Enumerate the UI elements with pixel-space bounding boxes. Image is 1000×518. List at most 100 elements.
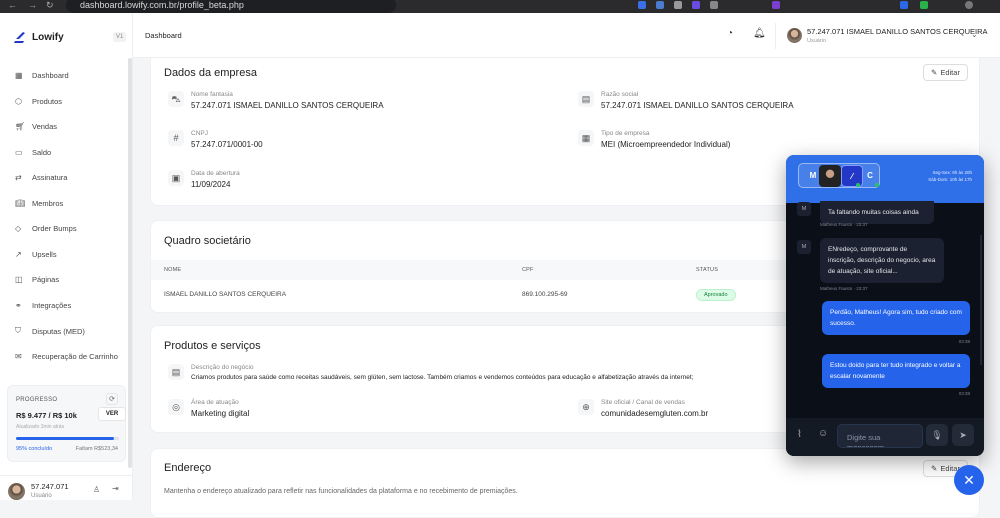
profile-icon[interactable]: ♙ — [93, 485, 100, 494]
message-avatar: M — [797, 240, 811, 254]
version-badge: V1 — [113, 32, 127, 42]
trending-up-icon: ↗ — [15, 249, 22, 259]
bell-icon[interactable]: 🔔︎ — [753, 28, 766, 39]
sidebar-item-membros[interactable]: 📖︎ Membros — [15, 199, 63, 208]
sidebar-item-label: Recuperação de Carrinho — [32, 351, 118, 361]
sidebar-item-dashboard[interactable]: ▦ Dashboard — [15, 71, 69, 80]
partner-name: ISMAEL DANILLO SANTOS CERQUEIRA — [164, 291, 287, 298]
address-bar[interactable]: dashboard.lowify.com.br/profile_beta.php — [66, 0, 396, 13]
field-website: ⊕ Site oficial / Canal de vendas comunidad… — [578, 399, 708, 418]
top-header: Dashboard ◔ 🔔︎ 57.247.071 ISMAEL DANILLO… — [133, 13, 1000, 58]
sidebar-item-paginas[interactable]: ◫ Páginas — [15, 275, 59, 284]
sidebar-item-label: Produtos — [32, 96, 63, 106]
document-icon: ▤ — [578, 91, 594, 107]
progress-percent: 95% concluído — [16, 446, 53, 452]
agent-photo — [819, 165, 841, 187]
field-value: Criamos produtos para saúde como receita… — [191, 374, 694, 381]
forward-icon[interactable]: → — [28, 0, 37, 10]
globe-icon: ⊕ — [578, 399, 594, 415]
message-input[interactable]: Digite sua mensagem... — [837, 424, 923, 448]
agent-avatars: M ⁄ C — [798, 163, 880, 188]
pencil-icon: ✎ — [931, 464, 938, 473]
close-chat-button[interactable]: ✕ — [954, 465, 984, 495]
column-header: CPF — [522, 267, 534, 273]
sidebar-item-integracoes[interactable]: ⚭ Integrações — [15, 301, 71, 310]
chevron-down-icon[interactable]: ⌄ — [971, 30, 978, 39]
field-label: Site oficial / Canal de vendas — [601, 399, 685, 406]
close-icon: ✕ — [963, 472, 975, 488]
chat-widget: M ⁄ C Seg-Sex: 9h às 20h Sáb-Dom: 10h às … — [786, 155, 984, 456]
sidebar-item-recuperacao-de-carrinho[interactable]: ✉ Recuperação de Carrinho — [15, 352, 118, 361]
support-hours: Seg-Sex: 9h às 20h Sáb-Dom: 10h às 17h — [928, 169, 972, 183]
hash-icon: # — [168, 130, 184, 146]
field-label: Nome fantasia — [191, 91, 233, 98]
back-icon[interactable]: ← — [8, 0, 17, 10]
wallet-icon: ▭ — [15, 147, 23, 157]
progress-label: PROGRESSO — [16, 397, 58, 403]
extension-icon[interactable] — [772, 1, 780, 9]
chat-message: Ta faltando muitas coisas ainda — [820, 201, 934, 224]
microphone-icon[interactable]: 🎙︎ — [926, 424, 948, 446]
profile-icon[interactable] — [965, 1, 973, 9]
message-icon: ✉ — [15, 351, 22, 361]
sidebar-item-produtos[interactable]: ⬡ Produtos — [15, 97, 62, 106]
location-icon: ◎ — [168, 399, 184, 415]
paperclip-icon[interactable]: ⌇ — [797, 429, 802, 440]
extension-icon[interactable] — [920, 1, 928, 9]
sidebar-scrollbar[interactable] — [128, 58, 132, 468]
browser-bar: ← → ↻ dashboard.lowify.com.br/profile_be… — [0, 0, 1000, 13]
online-dot — [875, 183, 879, 187]
logout-icon[interactable]: ⇥ — [112, 484, 119, 493]
send-icon[interactable]: ➤ — [952, 424, 974, 446]
chat-composer: ⌇ ☺ Digite sua mensagem... 🎙︎ ➤ — [786, 418, 984, 456]
refresh-icon[interactable]: ⟳ — [106, 393, 118, 405]
edit-label: Editar — [940, 68, 960, 77]
extension-icon[interactable] — [710, 1, 718, 9]
field-value: MEI (Microempreendedor Individual) — [601, 140, 731, 149]
avatar — [8, 483, 25, 500]
reload-icon[interactable]: ↻ — [46, 0, 54, 11]
chat-scrollbar[interactable] — [980, 235, 982, 365]
message-meta: Matheus Fausto · 23:37 — [820, 286, 868, 291]
field-value: 11/09/2024 — [191, 180, 231, 189]
breadcrumb[interactable]: Dashboard — [145, 31, 182, 40]
edit-company-button[interactable]: ✎ Editar — [923, 64, 968, 81]
field-value: 57.247.071 ISMAEL DANILLO SANTOS CERQUEI… — [191, 101, 384, 110]
sidebar: Lowify V1 ▦ Dashboard ⬡ Produtos 🛒︎ Vendas ▭ Sa… — [0, 13, 133, 500]
field-area: ◎ Área de atuação Marketing digital — [168, 399, 249, 418]
sidebar-item-saldo[interactable]: ▭ Saldo — [15, 148, 51, 157]
sidebar-item-upsells[interactable]: ↗ Upsells — [15, 250, 57, 259]
sidebar-item-disputas-med[interactable]: ⛉ Disputas (MED) — [15, 326, 85, 336]
extension-icon[interactable] — [656, 1, 664, 9]
field-value[interactable]: comunidadesemgluten.com.br — [601, 409, 708, 418]
field-label: Área de atuação — [191, 399, 239, 406]
extension-icon[interactable] — [674, 1, 682, 9]
extension-icon[interactable] — [638, 1, 646, 9]
sidebar-item-label: Páginas — [32, 275, 60, 284]
header-user-role: Usuário — [807, 38, 826, 44]
address-card: Endereço ✎ Editar Mantenha o endereço atu… — [150, 448, 980, 518]
sidebar-item-vendas[interactable]: 🛒︎ Vendas — [15, 122, 57, 131]
card-title: Quadro societário — [164, 235, 251, 247]
car-icon: ⛍ — [168, 91, 184, 107]
box-icon: ⬡ — [15, 96, 22, 106]
building-icon: ▦ — [578, 130, 594, 146]
progress-updated: Atualizado 3min atrás — [16, 424, 65, 430]
brand-logo[interactable]: Lowify — [14, 31, 64, 43]
extension-icon[interactable] — [900, 1, 908, 9]
theme-toggle-icon[interactable]: ◔ — [727, 28, 733, 39]
sidebar-item-order-bumps[interactable]: ◇ Order Bumps — [15, 224, 77, 233]
header-user-name[interactable]: 57.247.071 ISMAEL DANILLO SANTOS CERQUEI… — [807, 27, 988, 36]
avatar[interactable] — [787, 28, 802, 43]
emoji-icon[interactable]: ☺ — [818, 428, 828, 439]
divider — [775, 23, 776, 49]
sidebar-user-name: 57.247.071 — [31, 482, 69, 491]
lowify-logo-icon — [14, 32, 25, 43]
view-progress-button[interactable]: VER — [98, 407, 126, 421]
extension-icon[interactable] — [692, 1, 700, 9]
field-opening-date: ▣ Data de abertura 11/09/2024 — [168, 170, 240, 189]
online-dot — [856, 183, 860, 187]
sidebar-item-assinatura[interactable]: ⇄ Assinatura — [15, 173, 67, 182]
brand-name: Lowify — [32, 31, 64, 43]
sidebar-item-label: Disputas (MED) — [32, 326, 85, 336]
